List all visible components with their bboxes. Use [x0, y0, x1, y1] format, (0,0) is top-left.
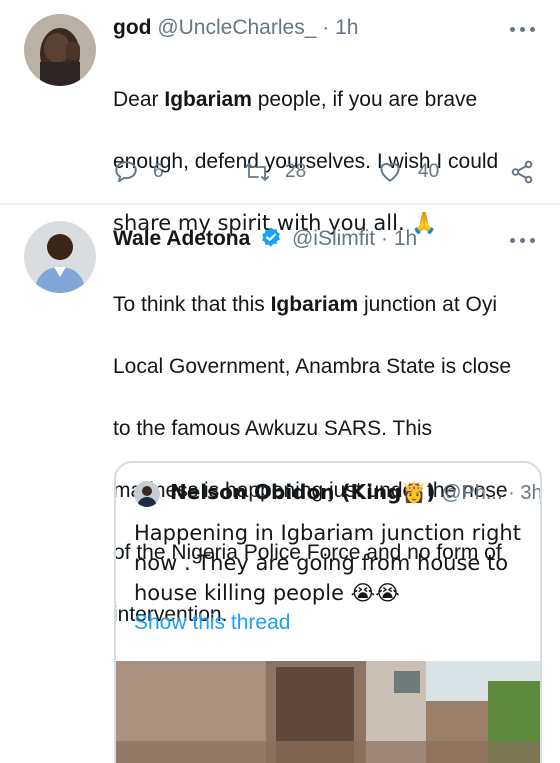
quoted-tweet-text: Happening in Igbariam junction right now… — [134, 521, 521, 605]
text-line: Dear Igbariam people, if you are brave — [113, 88, 478, 111]
text-line: To think that this Igbariam junction at … — [113, 293, 498, 316]
more-icon[interactable] — [510, 25, 536, 35]
text-line: Local Government, Anambra State is close — [113, 355, 512, 378]
tweet[interactable]: Wale Adetona @iSlimfit · 1h To think tha… — [0, 205, 560, 763]
text-line: to the famous Awkuzu SARS. This — [113, 417, 433, 440]
avatar[interactable] — [24, 14, 96, 86]
tweet-header: god @UncleCharles_ · 1h — [113, 15, 358, 41]
quoted-tweet-image[interactable] — [116, 661, 540, 763]
author-name[interactable]: god — [113, 16, 151, 39]
reply-count: 6 — [153, 161, 164, 182]
heart-icon — [380, 162, 400, 182]
quoted-timestamp[interactable]: 3h — [520, 482, 540, 504]
avatar[interactable] — [24, 221, 96, 293]
share-icon — [511, 160, 533, 184]
more-icon[interactable] — [510, 236, 536, 246]
quoted-avatar[interactable] — [134, 481, 160, 507]
quoted-author-name[interactable]: Nelson Obidon (King👸) — [170, 480, 436, 504]
separator: · — [380, 227, 388, 250]
quoted-tweet[interactable]: Nelson Obidon (King👸) @Ph... · 3h Happen… — [114, 461, 542, 763]
tweet-actions: 6 28 40 — [113, 158, 538, 188]
like-button[interactable]: 40 — [376, 158, 439, 186]
share-button[interactable] — [509, 158, 535, 186]
verified-badge-icon — [262, 227, 281, 247]
author-handle[interactable]: @UncleCharles_ — [157, 16, 316, 39]
retweet-button[interactable]: 28 — [243, 158, 306, 186]
timestamp[interactable]: 1h — [335, 16, 358, 39]
tweet[interactable]: god @UncleCharles_ · 1h Dear Igbariam pe… — [0, 0, 560, 235]
tweet-header: Wale Adetona @iSlimfit · 1h — [113, 226, 417, 252]
author-handle[interactable]: @iSlimfit — [292, 227, 375, 250]
like-count: 40 — [418, 161, 440, 182]
quoted-author-handle[interactable]: @Ph... — [441, 482, 502, 504]
reply-icon — [115, 161, 137, 183]
retweet-icon — [245, 163, 269, 181]
show-thread-link[interactable]: Show this thread — [134, 611, 290, 635]
separator: · — [508, 482, 515, 504]
reply-button[interactable]: 6 — [113, 158, 164, 186]
separator: · — [322, 16, 330, 39]
author-name[interactable]: Wale Adetona — [113, 227, 250, 250]
retweet-count: 28 — [285, 161, 307, 182]
timestamp[interactable]: 1h — [394, 227, 417, 250]
